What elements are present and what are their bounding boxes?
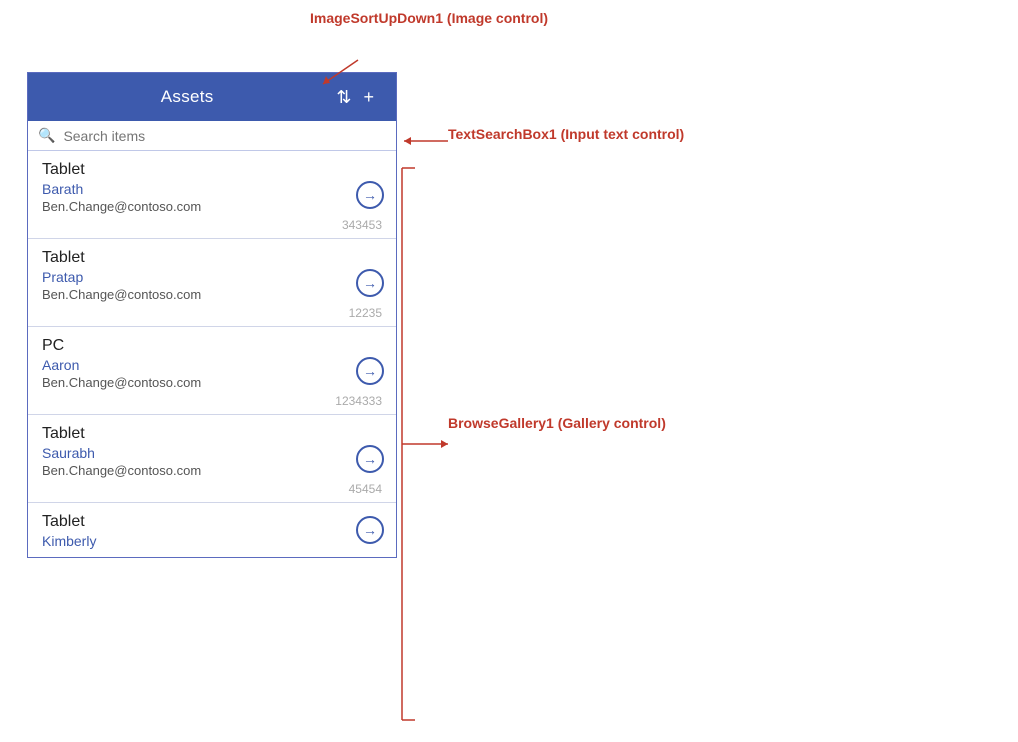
item-id: 1234333: [42, 394, 382, 408]
list-item[interactable]: PC Aaron Ben.Change@contoso.com 1234333 →: [28, 327, 396, 415]
item-name: Saurabh: [42, 445, 382, 461]
search-icon: 🔍: [38, 127, 55, 144]
gallery-annotation-label: BrowseGallery1 (Gallery control): [448, 415, 666, 431]
arrow-right-icon: →: [363, 187, 377, 203]
add-button[interactable]: +: [357, 86, 380, 108]
item-type: Tablet: [42, 513, 382, 531]
list-item[interactable]: Tablet Kimberly→: [28, 503, 396, 557]
sort-button[interactable]: ⇅: [330, 86, 357, 108]
list-item[interactable]: Tablet Barath Ben.Change@contoso.com 343453…: [28, 151, 396, 239]
item-email: Ben.Change@contoso.com: [42, 287, 382, 302]
search-input[interactable]: [63, 128, 386, 144]
list-item[interactable]: Tablet Saurabh Ben.Change@contoso.com 45454…: [28, 415, 396, 503]
item-navigate-button[interactable]: →: [356, 269, 384, 297]
sort-annotation-label: ImageSortUpDown1 (Image control): [310, 10, 548, 26]
item-type: Tablet: [42, 161, 382, 179]
arrow-right-icon: →: [363, 522, 377, 538]
add-icon: +: [363, 87, 374, 107]
item-name: Aaron: [42, 357, 382, 373]
item-navigate-button[interactable]: →: [356, 181, 384, 209]
item-type: Tablet: [42, 425, 382, 443]
item-email: Ben.Change@contoso.com: [42, 375, 382, 390]
item-name: Pratap: [42, 269, 382, 285]
sort-icon: ⇅: [336, 87, 351, 107]
header-title: Assets: [44, 87, 330, 107]
arrow-right-icon: →: [363, 451, 377, 467]
item-email: Ben.Change@contoso.com: [42, 463, 382, 478]
item-id: 12235: [42, 306, 382, 320]
item-navigate-button[interactable]: →: [356, 516, 384, 544]
item-type: Tablet: [42, 249, 382, 267]
item-id: 343453: [42, 218, 382, 232]
item-navigate-button[interactable]: →: [356, 445, 384, 473]
list-item[interactable]: Tablet Pratap Ben.Change@contoso.com 12235 →: [28, 239, 396, 327]
panel-header: Assets ⇅ +: [28, 73, 396, 121]
assets-panel: Assets ⇅ + 🔍 Tablet Barath Ben.Change@cont…: [27, 72, 397, 558]
arrow-right-icon: →: [363, 275, 377, 291]
item-email: Ben.Change@contoso.com: [42, 199, 382, 214]
arrow-right-icon: →: [363, 363, 377, 379]
item-name: Kimberly: [42, 533, 382, 549]
item-id: 45454: [42, 482, 382, 496]
search-annotation-label: TextSearchBox1 (Input text control): [448, 126, 684, 142]
search-box: 🔍: [28, 121, 396, 151]
item-type: PC: [42, 337, 382, 355]
item-navigate-button[interactable]: →: [356, 357, 384, 385]
item-name: Barath: [42, 181, 382, 197]
browse-gallery: Tablet Barath Ben.Change@contoso.com 343453…: [28, 151, 396, 557]
